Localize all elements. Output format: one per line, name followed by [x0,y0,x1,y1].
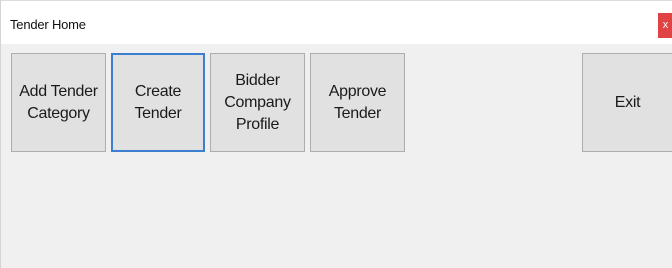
exit-label: Exit [614,93,641,111]
exit-button[interactable]: Exit [582,53,672,152]
window-title: Tender Home [10,17,86,32]
approve-tender-label: Approve Tender [328,82,387,122]
create-tender-button[interactable]: Create Tender [111,53,205,152]
add-tender-category-button[interactable]: Add Tender Category [11,53,106,152]
title-bar[interactable]: Tender Home x [1,0,672,44]
approve-tender-button[interactable]: Approve Tender [310,53,405,152]
bidder-company-profile-label: Bidder Company Profile [224,71,291,133]
close-button[interactable]: x [658,13,672,38]
bidder-company-profile-button[interactable]: Bidder Company Profile [210,53,305,152]
add-tender-category-label: Add Tender Category [19,82,98,122]
create-tender-label: Create Tender [134,82,182,122]
tender-home-window: Tender Home x Add Tender Category Create… [0,0,672,268]
close-icon[interactable]: x [663,19,669,31]
